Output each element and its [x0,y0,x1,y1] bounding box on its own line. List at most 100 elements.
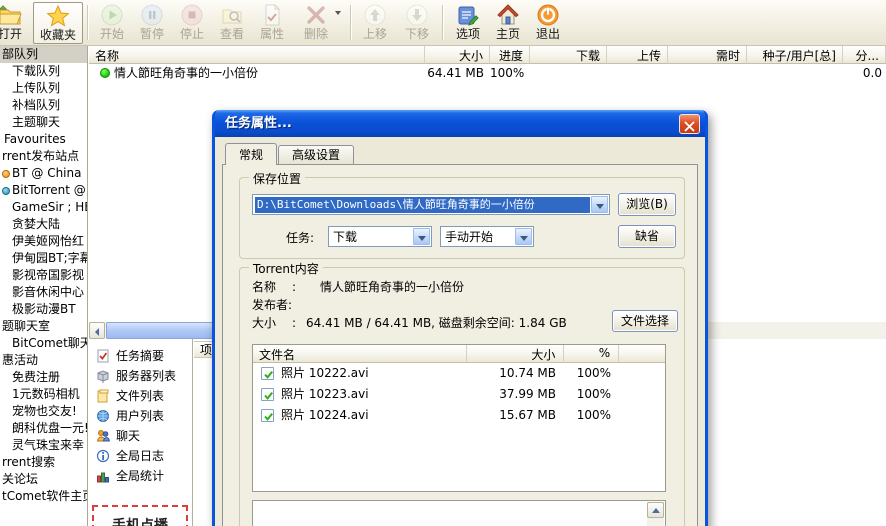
sidebar-item-favourites[interactable]: Favourites [0,131,87,148]
file-column-size[interactable]: 大小 [467,345,565,363]
column-header-upload[interactable]: 上传 [607,46,668,64]
left-arrow-icon [95,328,99,336]
sidebar-item-forum[interactable]: 关论坛 [0,471,87,488]
sidebar-item-bitcomet-chatroom[interactable]: BitComet聊天室 [0,335,87,352]
sidebar-item-movie-empire[interactable]: 影视帝国影视 [0,267,87,284]
favorites-label: 收藏夹 [34,28,82,42]
sidebar-item-lucky-jewelry[interactable]: 灵气珠宝来幸 [0,437,87,454]
view-button[interactable]: 查看 [210,2,254,44]
move-up-button[interactable]: 上移 [354,2,396,44]
sidebar-item-gamesir[interactable]: GameSir ; HEL [0,199,87,216]
sidebar-item-av-leisure[interactable]: 影音休闲中心 [0,284,87,301]
properties-button[interactable]: 属性 [250,2,294,44]
sidebar-item-bittorrent[interactable]: BitTorrent @ [0,182,87,199]
task-row[interactable]: 情人節旺角奇事的一小倍份 64.41 MB 100% 0.0 [89,64,886,82]
sidebar-item-torrent-sites[interactable]: rrent发布站点 [0,148,87,165]
column-header-share[interactable]: 分... [843,46,886,64]
nav-server-list[interactable]: 服务器列表 [89,366,192,386]
sidebar-item-upload-queue[interactable]: 上传队列 [0,80,87,97]
move-down-button[interactable]: 下移 [396,2,438,44]
file-icon [96,389,110,403]
sidebar-item-1yuan-camera[interactable]: 1元数码相机 [0,386,87,403]
sidebar-item-topic-chatroom[interactable]: 题聊天室 [0,318,87,335]
nav-file-list[interactable]: 文件列表 [89,386,192,406]
sidebar-item-download-queue[interactable]: 下载队列 [0,63,87,80]
torrent-comment-box[interactable] [252,500,666,526]
sidebar-item-all-queues[interactable]: 部队列 [0,46,87,63]
combo-dropdown-button[interactable] [515,228,532,245]
channel-sidebar: 部队列 下载队列 上传队列 补档队列 主题聊天 Favourites rrent… [0,46,88,526]
task-type-combo[interactable]: 下载 [328,226,432,247]
nav-global-log[interactable]: 全局日志 [89,446,192,466]
close-button[interactable] [679,114,700,134]
column-header-download[interactable]: 下载 [530,46,607,64]
dialog-title-bar[interactable]: 任务属性... [215,110,705,137]
task-seeds [747,64,843,82]
promo-ad-box[interactable]: 手机点播 [92,505,188,526]
sidebar-item-promotions[interactable]: 惠活动 [0,352,87,369]
file-column-percent[interactable]: % [564,345,619,363]
sidebar-item-yimeiji[interactable]: 伊美姬网怡红 [0,233,87,250]
scroll-left-button[interactable] [89,322,105,339]
file-checkbox-checked[interactable] [261,409,274,422]
file-size: 15.67 MB [468,405,566,426]
delete-button[interactable]: 删除 [290,2,342,44]
start-mode-combo[interactable]: 手动开始 [440,226,534,247]
sidebar-item-pet-friends[interactable]: 宠物也交友! [0,403,87,420]
nav-global-stats[interactable]: 全局统计 [89,466,192,486]
vertical-scrollbar[interactable] [647,502,664,526]
combo-dropdown-button[interactable] [591,196,608,213]
options-button[interactable]: 选项 [446,2,490,44]
file-select-button[interactable]: 文件选择 [612,310,678,332]
file-row[interactable]: 照片 10223.avi 37.99 MB 100% [253,384,665,405]
sidebar-item-netac-disk[interactable]: 朗科优盘一元! [0,420,87,437]
delete-x-icon [304,3,328,27]
sidebar-item-bitcomet-homepage[interactable]: tComet软件主页 [0,488,87,505]
nav-user-list[interactable]: 用户列表 [89,406,192,426]
tab-general[interactable]: 常规 [225,143,277,165]
pause-button[interactable]: 暂停 [130,2,174,44]
file-checkbox-checked[interactable] [261,388,274,401]
file-name: 照片 10222.avi [253,363,468,384]
save-location-group: 保存位置 D:\BitComet\Downloads\情人節旺角奇事的一小倍份 … [239,177,685,259]
column-header-progress[interactable]: 进度 [490,46,530,64]
delete-dropdown-arrow[interactable] [335,11,341,15]
save-path-combo[interactable]: D:\BitComet\Downloads\情人節旺角奇事的一小倍份 [252,194,610,215]
scroll-up-button[interactable] [647,502,664,518]
start-button[interactable]: 开始 [90,2,134,44]
sidebar-item-torrent-search[interactable]: rrent搜索 [0,454,87,471]
file-row[interactable]: 照片 10224.avi 15.67 MB 100% [253,405,665,426]
stop-button[interactable]: 停止 [170,2,214,44]
file-column-name[interactable]: 文件名 [253,345,467,363]
file-checkbox-checked[interactable] [261,367,274,380]
sidebar-item-greedland[interactable]: 贪婪大陆 [0,216,87,233]
toolbar: 打开 收藏夹 开始 暂停 停止 查看 属性 删除 [0,0,886,46]
browse-button[interactable]: 浏览(B) [618,193,676,216]
home-label: 主页 [488,27,528,41]
nav-chat[interactable]: 聊天 [89,426,192,446]
sidebar-item-bt-china[interactable]: BT @ China [0,165,87,182]
chevron-down-icon [418,236,426,241]
tab-advanced[interactable]: 高级设置 [278,145,354,165]
column-header-eta[interactable]: 需时 [668,46,747,64]
options-label: 选项 [446,27,490,41]
sidebar-item-seed-queue[interactable]: 补档队列 [0,97,87,114]
sidebar-item-jiying-anime[interactable]: 极影动漫BT [0,301,87,318]
column-header-size[interactable]: 大小 [425,46,490,64]
favorites-button[interactable]: 收藏夹 [33,2,83,44]
column-header-name[interactable]: 名称 [89,46,425,64]
home-button[interactable]: 主页 [488,2,528,44]
exit-button[interactable]: 退出 [528,2,568,44]
combo-dropdown-button[interactable] [413,228,430,245]
file-row[interactable]: 照片 10222.avi 10.74 MB 100% [253,363,665,384]
sidebar-item-free-register[interactable]: 免费注册 [0,369,87,386]
colon: : [292,316,306,330]
open-button[interactable]: 打开 [0,2,32,44]
up-arrow-icon [363,3,387,27]
toolbar-separator [87,5,89,40]
nav-task-summary[interactable]: 任务摘要 [89,346,192,366]
default-button[interactable]: 缺省 [618,225,676,248]
column-header-seeds-peers[interactable]: 种子/用户[总] [747,46,843,64]
sidebar-item-topic-chat[interactable]: 主题聊天 [0,114,87,131]
sidebar-item-eden-bt[interactable]: 伊甸园BT;字幕 [0,250,87,267]
